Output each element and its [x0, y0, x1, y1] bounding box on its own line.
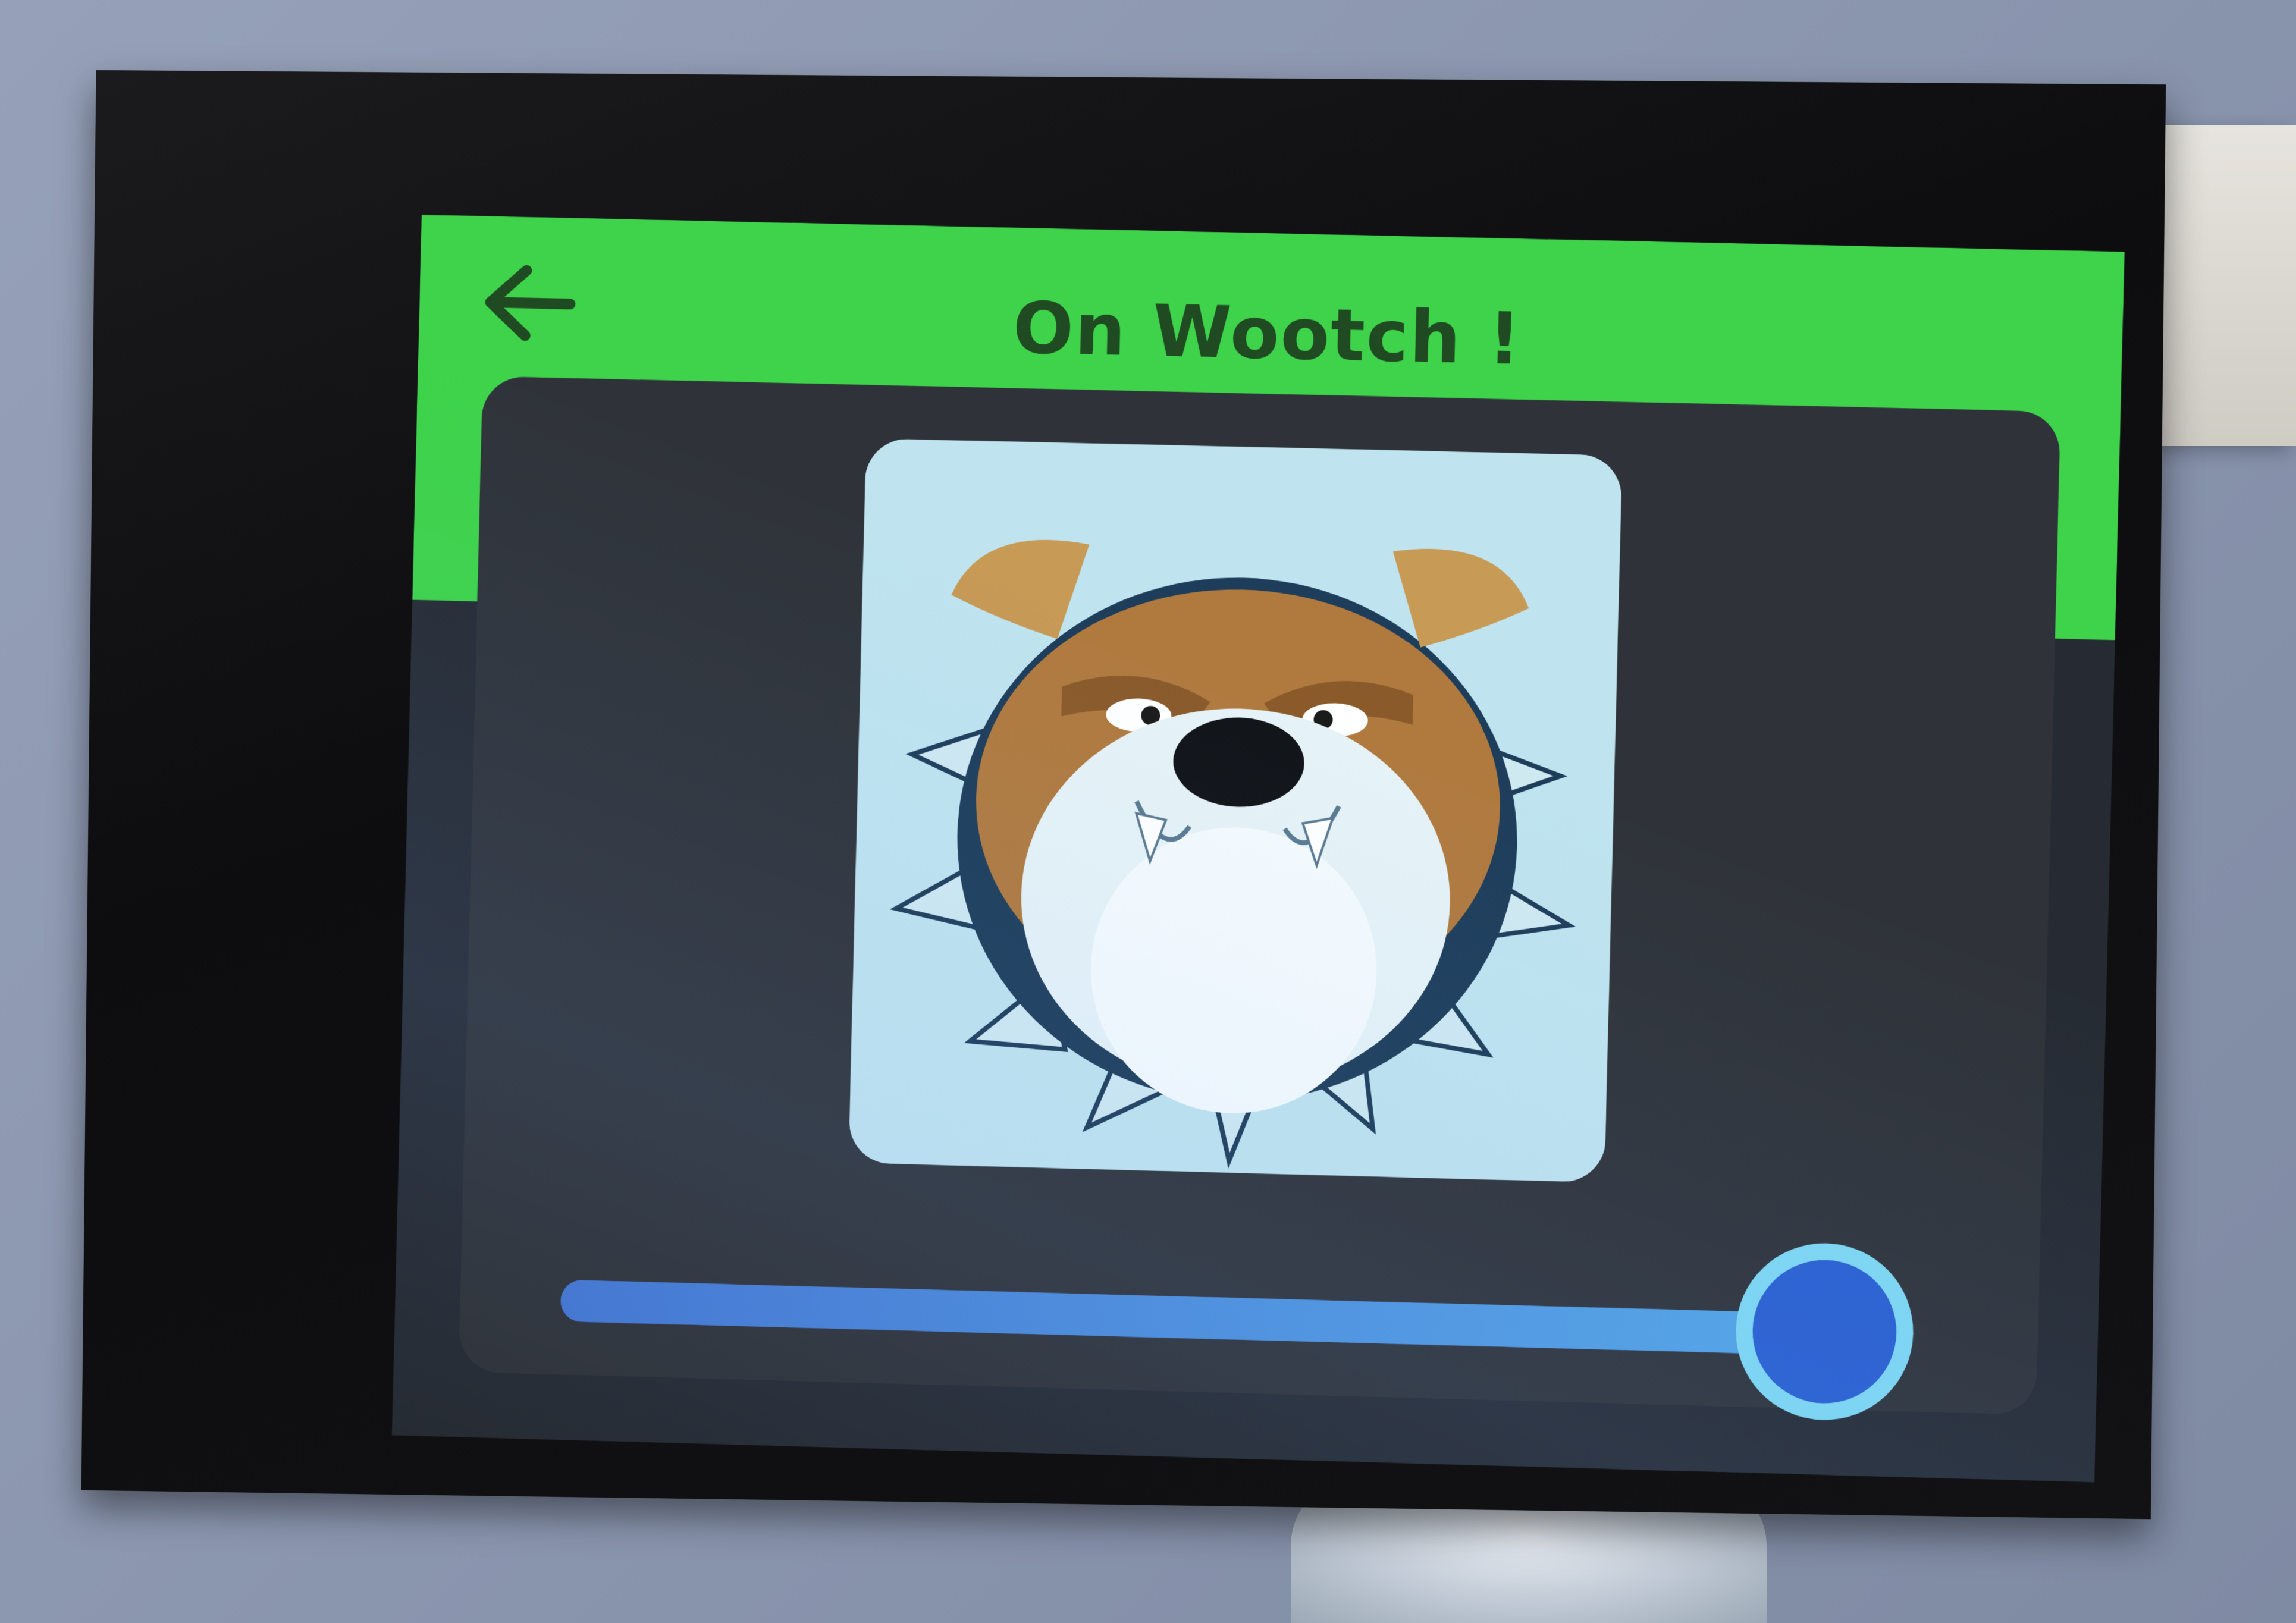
slider-track[interactable]: [560, 1279, 1907, 1358]
bulldog-icon: [848, 438, 1623, 1183]
device-bezel: On Wootch !: [81, 70, 2166, 1520]
photo-scene: On Wootch !: [0, 0, 2296, 1623]
bulldog-image: [848, 438, 1623, 1183]
content-panel: [458, 376, 2061, 1415]
device-screen: On Wootch !: [391, 215, 2125, 1483]
slider-knob[interactable]: [1751, 1258, 1899, 1405]
slider-fill: [560, 1279, 1825, 1356]
